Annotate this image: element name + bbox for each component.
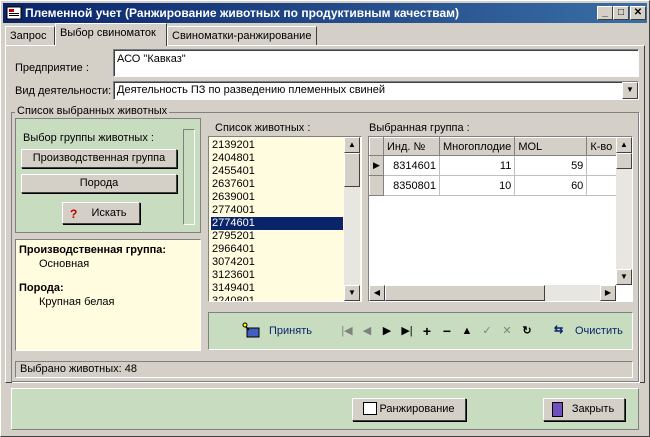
list-item[interactable]: 2795201	[211, 230, 343, 243]
row-pointer-icon: ▶	[369, 155, 384, 176]
animal-list-label: Список животных :	[215, 122, 311, 134]
accept-icon	[242, 322, 260, 338]
grid-header-mnogoplodie[interactable]: Многоплодие	[438, 137, 516, 156]
filter-panel-scroll	[183, 129, 195, 225]
grid-vertical-scrollbar[interactable]: ▲ ▼	[616, 137, 632, 285]
scroll-up-icon[interactable]: ▲	[344, 137, 360, 153]
grid-indicator-header	[369, 137, 384, 156]
printer-icon	[363, 402, 377, 415]
table-row[interactable]: 8350801 10 60	[369, 175, 628, 196]
list-item[interactable]: 3149401	[211, 282, 343, 295]
grid-scroll-left-icon[interactable]: ◀	[369, 285, 385, 301]
grid-scroll-up-icon[interactable]: ▲	[616, 137, 632, 153]
minimize-button[interactable]: _	[597, 6, 613, 20]
grid-horizontal-scrollbar[interactable]: ◀ ▶	[369, 285, 616, 301]
production-group-button[interactable]: Производственная группа	[21, 149, 177, 168]
close-button[interactable]: ✕	[630, 6, 646, 20]
list-item[interactable]: 2639001	[211, 191, 343, 204]
ranking-button-label: Ранжирование	[379, 403, 455, 415]
dropdown-arrow-icon[interactable]: ▼	[622, 82, 638, 99]
list-item[interactable]: 2637601	[211, 178, 343, 191]
list-item[interactable]: 3123601	[211, 269, 343, 282]
tab-svinomatki-ranzhirovanie[interactable]: Свиноматки-ранжирование	[167, 26, 317, 45]
scroll-thumb[interactable]	[344, 153, 360, 187]
scroll-down-icon[interactable]: ▼	[344, 285, 360, 301]
grid-scroll-down-icon[interactable]: ▼	[616, 269, 632, 285]
breed-button[interactable]: Порода	[21, 174, 177, 193]
selected-group-grid[interactable]: Инд. № Многоплодие MOL К-во п ▶ 8314601 …	[368, 136, 633, 302]
refresh-icon[interactable]: ↻	[517, 322, 537, 340]
cancel-record-icon[interactable]: ✕	[497, 322, 517, 340]
clear-icon: ⇆	[554, 324, 564, 336]
list-item[interactable]: 2774601	[211, 217, 343, 230]
production-group-info-label: Производственная группа:	[19, 244, 167, 256]
db-navigator: |◀ ◀ ▶ ▶| + − ▲ ✓ ✕ ↻	[337, 322, 537, 340]
post-record-icon[interactable]: ✓	[477, 322, 497, 340]
row-indicator	[369, 175, 384, 196]
grid-header-ind[interactable]: Инд. №	[383, 137, 440, 156]
grid-header-mol[interactable]: MOL	[514, 137, 588, 156]
close-form-button[interactable]: Закрыть	[543, 398, 625, 421]
selected-group-table: Инд. № Многоплодие MOL К-во п ▶ 8314601 …	[369, 137, 628, 196]
first-record-icon[interactable]: |◀	[337, 322, 357, 340]
accept-button[interactable]: Принять	[241, 322, 321, 342]
title-bar[interactable]: Племенной учет (Ранжирование животных по…	[3, 3, 647, 23]
grid-cell[interactable]: 8350801	[383, 175, 440, 196]
enterprise-field[interactable]: АСО "Кавказ"	[113, 49, 639, 77]
search-icon: ?	[70, 207, 78, 221]
list-item[interactable]: 2139201	[211, 139, 343, 152]
grid-cell[interactable]: 59	[514, 155, 588, 176]
clear-label: Очистить	[575, 325, 623, 337]
list-item[interactable]: 2404801	[211, 152, 343, 165]
main-window: Племенной учет (Ранжирование животных по…	[0, 0, 650, 437]
list-item[interactable]: 3074201	[211, 256, 343, 269]
list-item[interactable]: 2455401	[211, 165, 343, 178]
list-item[interactable]: 2774001	[211, 204, 343, 217]
selected-animals-title: Список выбранных животных	[15, 105, 170, 117]
breed-info-label: Порода:	[19, 282, 64, 294]
production-group-info-value: Основная	[39, 258, 90, 270]
grid-hscroll-thumb[interactable]	[385, 285, 545, 301]
delete-record-icon[interactable]: −	[437, 322, 457, 340]
selected-group-label: Выбранная группа :	[369, 122, 470, 134]
activity-label: Вид деятельности:	[15, 85, 112, 97]
grid-cell[interactable]: 60	[514, 175, 588, 196]
enterprise-label: Предприятие :	[15, 62, 89, 74]
tab-vybor-svinomatok[interactable]: Выбор свиноматок	[55, 23, 167, 46]
grid-scroll-right-icon[interactable]: ▶	[600, 285, 616, 301]
clear-button[interactable]: ⇆ Очистить	[554, 322, 632, 342]
search-button-label: Искать	[91, 207, 127, 219]
ranking-button[interactable]: Ранжирование	[352, 398, 466, 421]
activity-select[interactable]: Деятельность ПЗ по разведению племенных …	[113, 81, 639, 100]
status-text: Выбрано животных: 48	[20, 363, 137, 375]
table-row[interactable]: ▶ 8314601 11 59	[369, 155, 628, 176]
grid-cell[interactable]: 10	[438, 175, 516, 196]
tab-zapros[interactable]: Запрос	[5, 26, 55, 45]
prior-record-icon[interactable]: ◀	[357, 322, 377, 340]
app-icon	[6, 6, 22, 20]
window-title: Племенной учет (Ранжирование животных по…	[25, 6, 460, 20]
door-exit-icon	[552, 402, 563, 417]
maximize-button[interactable]: □	[613, 6, 629, 20]
animal-list[interactable]: 2139201 2404801 2455401 2637601 2639001 27740…	[208, 136, 362, 302]
close-form-button-label: Закрыть	[571, 403, 615, 415]
grid-cell[interactable]: 11	[438, 155, 516, 176]
list-item[interactable]: 2966401	[211, 243, 343, 256]
insert-record-icon[interactable]: +	[417, 322, 437, 340]
next-record-icon[interactable]: ▶	[377, 322, 397, 340]
search-button[interactable]: ? Искать	[62, 202, 140, 224]
status-bar: Выбрано животных: 48	[15, 361, 633, 378]
grid-cell[interactable]: 8314601	[383, 155, 440, 176]
breed-info-value: Крупная белая	[39, 296, 115, 308]
group-select-label: Выбор группы животных :	[23, 132, 154, 144]
list-item[interactable]: 3240801	[211, 295, 343, 301]
edit-record-icon[interactable]: ▲	[457, 322, 477, 340]
last-record-icon[interactable]: ▶|	[397, 322, 417, 340]
animal-list-scrollbar[interactable]: ▲ ▼	[344, 137, 360, 301]
accept-label: Принять	[269, 325, 312, 337]
grid-vscroll-thumb[interactable]	[616, 153, 632, 169]
